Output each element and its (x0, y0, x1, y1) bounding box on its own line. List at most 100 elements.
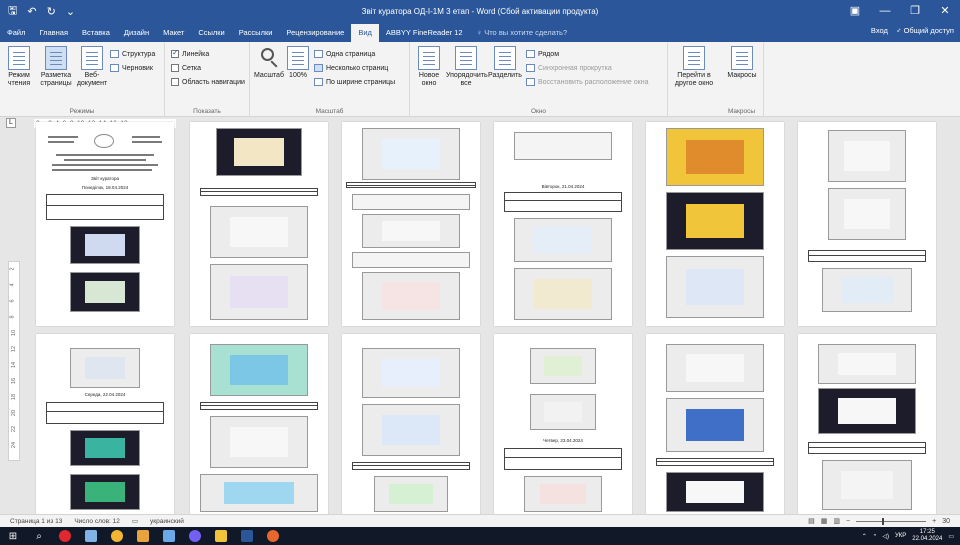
page-thumbnail-8[interactable] (190, 334, 328, 514)
windows-start-icon[interactable]: ⊞ (0, 527, 26, 545)
web-view-icon[interactable]: ▥ (833, 517, 840, 525)
zoom-level[interactable]: 30 (942, 518, 950, 525)
document-area[interactable]: 2 4 6 8 10 12 14 16 18 20 22 24 Звіт кур… (0, 122, 960, 514)
page-thumbnail-9[interactable] (342, 334, 480, 514)
split-button[interactable]: Разделить (488, 46, 522, 80)
ribbon-display-options-icon[interactable]: ▣ (840, 0, 870, 22)
page-thumbnail-2[interactable] (190, 122, 328, 326)
multiple-pages-button[interactable]: Несколько страниц (314, 64, 388, 72)
word-icon[interactable] (234, 527, 260, 545)
page-thumbnail-4[interactable]: Вівторок, 21.04.2024 (494, 122, 632, 326)
tray-expand-icon[interactable]: ⌃ (862, 533, 867, 540)
new-window-button[interactable]: Новое окно (414, 46, 444, 88)
tab-file[interactable]: Файл (0, 24, 32, 42)
language-indicator[interactable]: украинский (150, 518, 184, 525)
tab-mailings[interactable]: Рассылки (232, 24, 280, 42)
page-width-button[interactable]: По ширине страницы (314, 78, 395, 86)
one-page-button[interactable]: Одна страница (314, 50, 375, 58)
quick-access-toolbar: 🖫 ↶ ↻ ⌄ (0, 2, 200, 21)
opera-icon[interactable] (52, 527, 78, 545)
zoom-100-button[interactable]: 100% (286, 46, 310, 80)
zoom-button[interactable]: Масштаб (254, 46, 284, 80)
screenshot-image (514, 268, 612, 320)
screenshot-image (70, 348, 140, 388)
tab-layout[interactable]: Макет (156, 24, 191, 42)
switch-windows-button[interactable]: Перейти в другое окно (670, 46, 718, 88)
file-manager-icon[interactable] (78, 527, 104, 545)
firefox-icon[interactable] (260, 527, 286, 545)
macros-button[interactable]: Макросы (724, 46, 760, 80)
vertical-ruler: 2 4 6 8 10 12 14 16 18 20 22 24 (8, 261, 20, 461)
clock[interactable]: 17:25 22.04.2024 (912, 529, 942, 543)
page-thumbnail-12[interactable] (798, 334, 936, 514)
tell-me-box[interactable]: ♀ Что вы хотите сделать? (470, 24, 575, 42)
tab-abbyy[interactable]: ABBYY FineReader 12 (379, 24, 470, 42)
network-icon[interactable]: ◔ (873, 533, 877, 539)
screenshot-image (70, 430, 140, 466)
zoom-out-button[interactable]: − (846, 518, 850, 525)
switch-windows-icon (683, 46, 705, 70)
read-mode-button[interactable]: Режим чтения (2, 46, 36, 88)
ribbon-tabs: Файл Главная Вставка Дизайн Макет Ссылки… (0, 22, 960, 42)
tab-selector[interactable]: L (6, 118, 16, 128)
tab-review[interactable]: Рецензирование (279, 24, 351, 42)
page-thumbnail-7[interactable]: Середа, 22.04.2024 (36, 334, 174, 514)
page-thumbnail-10[interactable]: Четвер, 23.04.2024 (494, 334, 632, 514)
draft-button[interactable]: Черновик (110, 64, 153, 72)
photos-icon[interactable] (156, 527, 182, 545)
grid-checkbox[interactable]: Сетка (171, 64, 201, 72)
zoom-slider[interactable] (856, 517, 927, 525)
page-thumbnail-11[interactable] (646, 334, 784, 514)
notifications-icon[interactable]: ▭ (948, 533, 954, 540)
tab-view[interactable]: Вид (351, 24, 379, 42)
sign-in-link[interactable]: Вход (871, 26, 888, 35)
logo-icon (94, 134, 114, 148)
proofing-icon[interactable]: ▭ (132, 517, 138, 525)
page-thumbnail-5[interactable] (646, 122, 784, 326)
reset-window-button[interactable]: Восстановить расположение окна (526, 78, 648, 86)
undo-icon[interactable]: ↶ (27, 5, 36, 18)
tab-references[interactable]: Ссылки (191, 24, 231, 42)
tab-design[interactable]: Дизайн (117, 24, 156, 42)
zoom-in-button[interactable]: + (932, 518, 936, 525)
ruler-checkbox[interactable]: Линейка (171, 48, 209, 58)
tab-insert[interactable]: Вставка (75, 24, 117, 42)
ribbon: Режим чтения Разметка страницы Веб-докум… (0, 42, 960, 117)
read-view-icon[interactable]: ▤ (808, 517, 815, 525)
screenshot-image (210, 206, 308, 258)
redo-icon[interactable]: ↻ (47, 5, 56, 18)
page-count[interactable]: Страница 1 из 13 (10, 518, 62, 525)
screenshot-image (822, 460, 912, 510)
search-icon[interactable]: ⌕ (26, 527, 52, 545)
outline-button[interactable]: Структура (110, 50, 155, 58)
magnifier-icon (258, 46, 280, 70)
game-icon[interactable] (130, 527, 156, 545)
tab-home[interactable]: Главная (32, 24, 75, 42)
schedule-table (656, 458, 774, 466)
volume-icon[interactable]: ◁) (882, 533, 889, 540)
group-label-macros: Макросы (727, 108, 756, 115)
web-layout-button[interactable]: Веб-документ (76, 46, 108, 88)
ruler-check-icon (171, 48, 179, 58)
nav-pane-checkbox[interactable]: Область навигации (171, 78, 245, 86)
explorer-icon[interactable] (208, 527, 234, 545)
chrome-icon[interactable] (104, 527, 130, 545)
print-view-icon[interactable]: ▦ (821, 517, 828, 525)
customize-qat-icon[interactable]: ⌄ (66, 5, 75, 18)
word-count[interactable]: Число слов: 12 (74, 518, 120, 525)
arrange-all-button[interactable]: Упорядочить все (446, 46, 488, 88)
close-button[interactable]: ✕ (930, 0, 960, 22)
page-thumbnail-6[interactable] (798, 122, 936, 326)
maximize-button[interactable]: ❐ (900, 0, 930, 22)
page-thumbnail-1[interactable]: Звіт куратора Понеділок, 18.04.2024 (36, 122, 174, 326)
save-icon[interactable]: 🖫 (8, 2, 17, 21)
print-layout-button[interactable]: Разметка страницы (38, 46, 74, 88)
minimize-button[interactable]: — (870, 0, 900, 22)
viber-icon[interactable] (182, 527, 208, 545)
screenshot-image (374, 476, 448, 512)
share-button[interactable]: ♂ Общий доступ (896, 26, 954, 35)
sync-scroll-button[interactable]: Синхронная прокрутка (526, 64, 612, 72)
side-by-side-button[interactable]: Рядом (526, 50, 559, 58)
keyboard-language[interactable]: УКР (895, 533, 906, 539)
page-thumbnail-3[interactable] (342, 122, 480, 326)
